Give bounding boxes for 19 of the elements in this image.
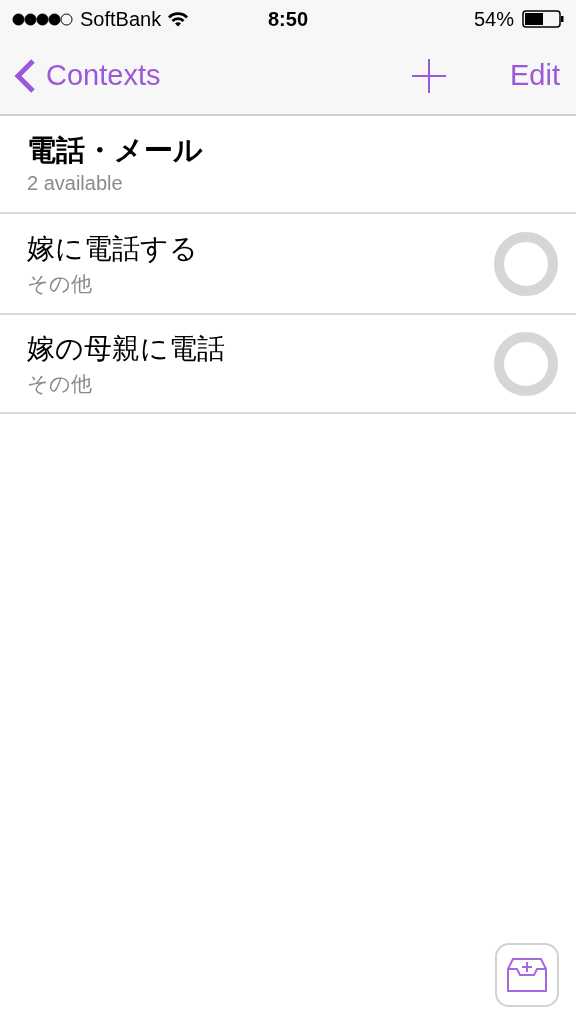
back-button[interactable]: Contexts xyxy=(14,54,161,98)
section-title: 電話・メール xyxy=(27,133,204,168)
battery-percent: 54% xyxy=(473,7,514,32)
signal-icon xyxy=(12,12,74,26)
inbox-plus-icon xyxy=(506,957,548,993)
plus-icon xyxy=(412,59,446,93)
task-title: 嫁の母親に電話 xyxy=(27,331,226,366)
battery-icon xyxy=(522,10,564,28)
chevron-icon xyxy=(14,58,36,94)
clock-time: 8:50 xyxy=(268,7,308,32)
edit-button[interactable]: Edit xyxy=(510,54,560,98)
wifi-icon xyxy=(167,11,190,27)
task-context: その他 xyxy=(27,270,93,297)
carrier-name: SoftBank xyxy=(80,7,162,32)
inbox-add-button[interactable] xyxy=(495,943,559,1007)
add-button[interactable] xyxy=(412,58,448,94)
task-context: その他 xyxy=(27,370,93,397)
section-subtitle: 2 available xyxy=(27,171,124,196)
task-title: 嫁に電話する xyxy=(27,231,199,266)
